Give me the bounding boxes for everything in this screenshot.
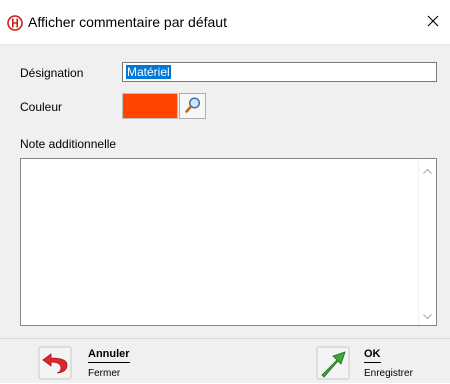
designation-input[interactable]: Matériel <box>122 62 437 82</box>
scroll-up-icon[interactable] <box>423 165 432 174</box>
magnifier-icon <box>184 96 202 117</box>
ok-button[interactable]: OK Enregistrer <box>316 339 430 384</box>
color-swatch[interactable] <box>122 93 178 119</box>
green-arrow-icon <box>316 346 350 380</box>
close-button[interactable] <box>416 0 450 44</box>
app-logo-icon <box>7 15 23 31</box>
cancel-button[interactable]: Annuler Fermer <box>38 339 148 384</box>
dialog-body: Désignation Matériel Couleur Note additi… <box>0 45 450 338</box>
designation-value: Matériel <box>126 65 171 79</box>
color-label: Couleur <box>20 100 63 114</box>
note-scrollbar[interactable] <box>418 159 436 325</box>
scroll-down-icon[interactable] <box>423 310 432 320</box>
ok-subtitle: Enregistrer <box>364 368 413 379</box>
footer-bar: Annuler Fermer OK Enregistrer <box>0 338 450 383</box>
close-icon <box>427 15 439 30</box>
note-label: Note additionnelle <box>20 137 117 151</box>
designation-label: Désignation <box>20 66 84 80</box>
undo-arrow-icon <box>38 346 72 380</box>
window-title: Afficher commentaire par défaut <box>28 14 227 30</box>
note-textarea[interactable] <box>20 158 437 326</box>
color-picker-button[interactable] <box>179 93 206 119</box>
title-bar: Afficher commentaire par défaut <box>0 0 450 45</box>
ok-title: OK <box>364 348 381 363</box>
cancel-title: Annuler <box>88 348 130 363</box>
cancel-subtitle: Fermer <box>88 368 121 379</box>
